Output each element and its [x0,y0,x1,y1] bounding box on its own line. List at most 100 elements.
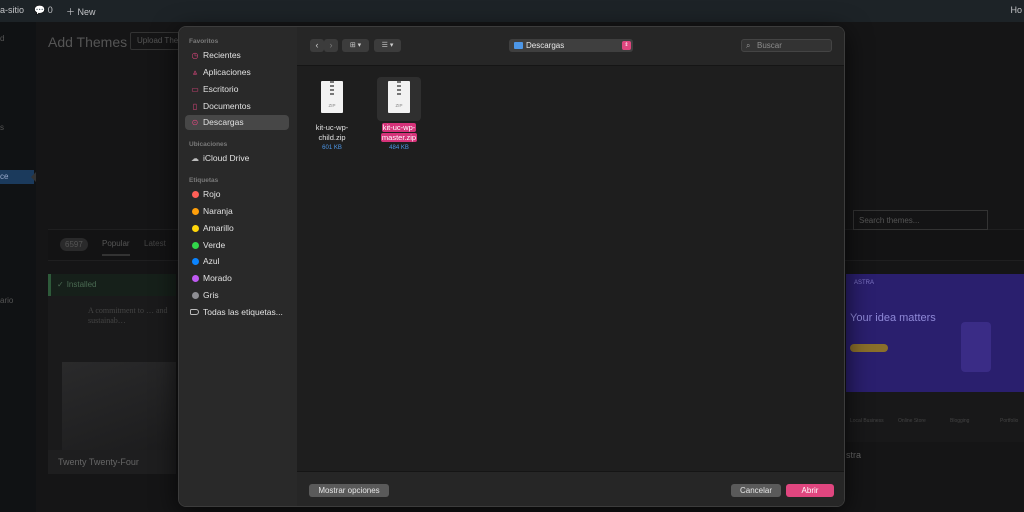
file-thumbnail: ZIP [310,77,354,121]
sidebar-item-label: Rojo [203,189,221,199]
upload-theme-button[interactable]: Upload The [130,32,186,50]
feature-label: Blogging [950,418,970,424]
theme-preview-tagline: A commitment to … and sustainab… [88,306,168,325]
astra-illustration [961,322,991,372]
sidebar-item-label: Recientes [203,50,241,60]
file-name-line: child.zip [318,133,346,142]
file-thumbnail: ZIP [377,77,421,121]
chevron-updown-icon: ⇕ [622,41,631,50]
howdy-user-link[interactable]: Ho [1010,5,1022,15]
file-name: kit-uc-wp- master.zip [371,123,427,143]
tab-popular[interactable]: Popular [102,239,130,256]
astra-logo: ASTRA [854,280,875,286]
file-name: kit-uc-wp- child.zip [304,123,360,143]
tag-color-dot [192,275,199,282]
cancel-button[interactable]: Cancelar [731,484,781,497]
sidebar-item-descargas[interactable]: ⊙ Descargas [185,115,289,130]
sidebar-item-documentos[interactable]: ▯ Documentos [185,99,289,114]
sidebar-item-dashboard[interactable]: d [0,34,4,43]
site-name-link[interactable]: a-sitio [0,5,24,15]
sidebar-all-tags[interactable]: Todas las etiquetas... [185,305,289,320]
finder-sidebar: Favoritos ◷ Recientes ⩓ Aplicaciones ▭ E… [179,27,298,506]
forward-button[interactable]: › [324,39,338,52]
new-content-link[interactable]: ＋ New [66,5,96,18]
tag-color-dot [192,191,199,198]
search-icon: ⌕ [746,41,751,50]
zipper-graphic [330,81,334,95]
sidebar-tag-verde[interactable]: Verde [185,238,289,253]
sidebar-item-recientes[interactable]: ◷ Recientes [185,48,289,63]
sidebar-item-label: iCloud Drive [203,153,250,163]
sidebar-tag-gris[interactable]: Gris [185,288,289,303]
new-label: New [77,7,96,17]
sidebar-tag-rojo[interactable]: Rojo [185,187,289,202]
tags-section-title: Etiquetas [189,177,219,184]
sidebar-item-label: Verde [203,240,226,250]
astra-cta-button [850,344,888,352]
sidebar-item-label: Amarillo [203,223,234,233]
comments-link[interactable]: 💬 0 [34,5,53,16]
applications-icon: ⩓ [192,68,198,77]
theme-count-badge: 6597 [60,238,88,251]
astra-features: Local Business Online Store Blogging Por… [846,392,1024,442]
sidebar-item-posts[interactable]: s [0,123,4,132]
dialog-toolbar: ‹ › ⊞ ▾ ☰ ▾ Descargas ⇕ ⌕ Buscar [297,27,844,66]
sidebar-item-label: Azul [203,256,220,266]
file-size: 601 KB [322,145,342,151]
sidebar-tag-azul[interactable]: Azul [185,254,289,269]
theme-name: Twenty Twenty-Four [48,450,176,474]
search-themes-input[interactable]: Search themes... [853,210,988,230]
icon-view-button[interactable]: ⊞ ▾ [342,39,369,52]
back-button[interactable]: ‹ [310,39,324,52]
cloud-icon: ☁ [191,154,199,163]
sidebar-item-appearance[interactable]: ce [0,170,34,184]
file-open-dialog: Favoritos ◷ Recientes ⩓ Aplicaciones ▭ E… [178,26,845,507]
show-options-button[interactable]: Mostrar opciones [309,484,389,497]
installed-notice: ✓ Installed [48,274,176,296]
sidebar-item-label: Documentos [203,101,251,111]
sidebar-item-label: Aplicaciones [203,67,251,77]
dialog-bottom-bar: Mostrar opciones Cancelar Abrir [297,471,844,506]
zip-badge: ZIP [395,103,403,108]
tag-icon [190,309,199,315]
sidebar-item-icloud-drive[interactable]: ☁ iCloud Drive [185,151,289,166]
document-icon: ▯ [192,102,198,111]
zip-badge: ZIP [328,103,336,108]
wp-admin-sidebar: d s ce ario [0,22,36,512]
open-button[interactable]: Abrir [786,484,834,497]
sidebar-item-label: Escritorio [203,84,239,94]
tab-latest[interactable]: Latest [144,239,166,248]
page-title: Add Themes [48,34,128,50]
sidebar-tag-naranja[interactable]: Naranja [185,204,289,219]
file-name-line: master.zip [380,133,418,142]
theme-card-twentytwentyfour[interactable]: ✓ Installed A commitment to … and sustain… [48,274,176,474]
installed-label: Installed [66,280,97,289]
sidebar-item-escritorio[interactable]: ▭ Escritorio [185,82,289,97]
sidebar-item-aplicaciones[interactable]: ⩓ Aplicaciones [185,65,289,80]
list-view-button[interactable]: ☰ ▾ [374,39,401,52]
zipper-graphic [397,81,401,95]
sidebar-item-label: Todas las etiquetas... [203,307,283,317]
tag-color-dot [192,292,199,299]
search-input[interactable]: ⌕ Buscar [741,39,832,52]
sidebar-item-label: ce [0,172,9,181]
sidebar-item-label: Gris [203,290,219,300]
tag-color-dot [192,242,199,249]
sidebar-item-users[interactable]: ario [0,296,13,305]
sidebar-item-label: Naranja [203,206,233,216]
check-icon: ✓ [57,280,64,289]
theme-card-astra[interactable]: ASTRA Your idea matters Local Business O… [846,274,1024,474]
file-size: 484 KB [389,145,409,151]
theme-preview-image [62,362,176,450]
downloads-icon: ⊙ [191,118,199,127]
locations-section-title: Ubicaciones [189,141,228,148]
sidebar-tag-amarillo[interactable]: Amarillo [185,221,289,236]
sidebar-item-label: Morado [203,273,232,283]
feature-label: Local Business [850,418,884,424]
location-dropdown[interactable]: Descargas ⇕ [509,39,633,52]
sidebar-tag-morado[interactable]: Morado [185,271,289,286]
file-name-line: kit-uc-wp- [315,123,349,132]
zip-file-icon: ZIP [321,81,343,113]
search-placeholder: Buscar [757,41,782,50]
wp-admin-bar: a-sitio 💬 0 ＋ New Ho [0,0,1024,22]
